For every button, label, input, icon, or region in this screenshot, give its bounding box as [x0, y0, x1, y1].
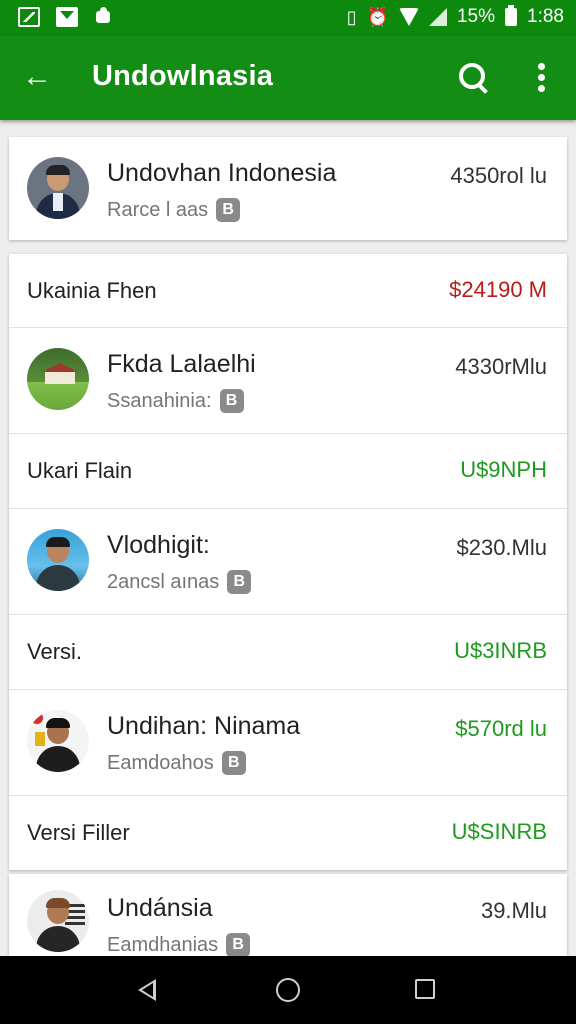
amount: 39.Mlu — [480, 898, 547, 923]
nav-back-icon[interactable] — [138, 979, 156, 1001]
subtitle-text: Ssanahinia: — [107, 389, 212, 412]
avatar — [27, 710, 89, 772]
wifi-icon — [398, 8, 419, 26]
app-title: Undowlnasia — [92, 60, 274, 92]
summary-label: Versi Filler — [27, 820, 130, 845]
list-item[interactable]: Fkda Lalaelhi Ssanahinia: B 4330rMlu — [9, 328, 567, 434]
subtitle-text: Eamdhanias — [107, 933, 219, 956]
contact-subtitle: 2ancsl aınas B — [107, 570, 252, 594]
subtitle-text: Eamdoahos — [107, 751, 214, 774]
avatar — [27, 529, 89, 591]
amount: $230.Mlu — [456, 535, 547, 560]
summary-label: Versi. — [27, 639, 83, 664]
list-item[interactable]: Versi Filler U$SINRB — [9, 796, 567, 872]
subtitle-text: 2ancsl aınas — [107, 570, 220, 593]
nav-recents-icon[interactable] — [415, 979, 435, 999]
list-item[interactable]: Versi. U$3INRB — [9, 615, 567, 691]
summary-label: Ukainia Fhen — [27, 278, 157, 303]
list-item[interactable]: Vlodhigit: 2ancsl aınas B $230.Mlu — [9, 509, 567, 615]
amount: 4350rol lu — [450, 163, 547, 188]
badge-icon: B — [226, 933, 251, 956]
badge-icon: B — [219, 389, 244, 413]
transaction-list: Ukainia Fhen $24190 M Fkda Lalaelhi Ssan… — [9, 254, 567, 870]
contact-subtitle: Rarce l aas B — [107, 198, 241, 222]
summary-label: Ukari Flain — [27, 458, 133, 483]
back-arrow-icon[interactable]: ← — [22, 62, 52, 92]
avatar — [27, 348, 89, 410]
contact-subtitle: Ssanahinia: B — [107, 389, 244, 413]
amount: 4330rMlu — [455, 354, 547, 379]
battery-percent: 15% — [456, 6, 496, 27]
notification-icons — [18, 7, 116, 27]
badge-icon: B — [227, 570, 252, 594]
contact-name: Undovhan Indonesia — [107, 159, 337, 187]
system-icons: ▯ ⏰ 15% 1:88 — [346, 5, 564, 28]
badge-icon: B — [216, 198, 241, 222]
partial-list-item[interactable]: Undánsia Eamdhanias B 39.Mlu — [9, 874, 567, 956]
contact-name: Vlodhigit: — [107, 531, 210, 559]
contact-name: Fkda Lalaelhi — [107, 350, 256, 378]
alarm-icon: ⏰ — [366, 7, 389, 27]
summary-value: $24190 M — [449, 277, 547, 302]
amount: $570rd lu — [455, 716, 547, 741]
contact-name: Undihan: Ninama — [107, 712, 301, 740]
contact-subtitle: Eamdhanias B — [107, 933, 251, 956]
more-options-icon[interactable] — [532, 60, 552, 94]
avatar — [27, 157, 89, 219]
navigation-bar — [0, 956, 576, 1024]
signal-icon — [428, 8, 447, 26]
header-card[interactable]: Undovhan Indonesia Rarce l aas B 4350rol… — [9, 137, 567, 240]
search-icon[interactable] — [456, 60, 490, 94]
status-bar: ▯ ⏰ 15% 1:88 — [0, 0, 576, 36]
list-item[interactable]: Ukainia Fhen $24190 M — [9, 254, 567, 330]
puzzle-notification-icon — [94, 7, 116, 27]
clock: 1:88 — [527, 6, 564, 27]
mail-notification-icon — [56, 7, 78, 27]
battery-icon — [505, 5, 518, 26]
app-bar: ← Undowlnasia — [0, 36, 576, 120]
list-item[interactable]: Ukari Flain U$9NPH — [9, 434, 567, 510]
summary-value: U$9NPH — [460, 457, 547, 482]
contact-name: Undánsia — [107, 894, 213, 922]
avatar — [27, 890, 89, 952]
vibrate-icon: ▯ — [346, 7, 357, 27]
image-notification-icon — [18, 7, 40, 27]
badge-icon: B — [221, 751, 246, 775]
summary-value: U$3INRB — [454, 638, 547, 663]
nav-home-icon[interactable] — [276, 978, 300, 1002]
contact-subtitle: Eamdoahos B — [107, 751, 246, 775]
subtitle-text: Rarce l aas — [107, 198, 209, 221]
list-item[interactable]: Undihan: Ninama Eamdoahos B $570rd lu — [9, 690, 567, 796]
summary-value: U$SINRB — [451, 819, 547, 844]
